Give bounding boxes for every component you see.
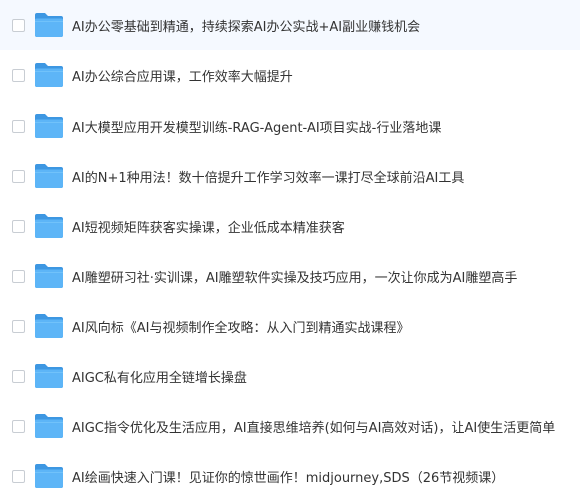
folder-row[interactable]: AI办公综合应用课，工作效率大幅提升	[0, 50, 580, 100]
folder-icon	[34, 263, 64, 289]
folder-icon	[34, 62, 64, 88]
file-list: AI办公零基础到精通，持续探索AI办公实战+AI副业赚钱机会 AI办公综合应用课…	[0, 0, 580, 491]
folder-name[interactable]: AI绘画快速入门课！见证你的惊世画作！midjourney,SDS（26节视频课…	[72, 467, 504, 486]
folder-name[interactable]: AIGC私有化应用全链增长操盘	[72, 367, 247, 386]
folder-icon	[34, 313, 64, 339]
folder-icon	[34, 413, 64, 439]
folder-row[interactable]: AI大模型应用开发模型训练-RAG-Agent-AI项目实战-行业落地课	[0, 101, 580, 151]
folder-name[interactable]: AI办公零基础到精通，持续探索AI办公实战+AI副业赚钱机会	[72, 16, 420, 35]
folder-name[interactable]: AIGC指令优化及生活应用，AI直接思维培养(如何与AI高效对话)，让AI使生活…	[72, 417, 555, 436]
row-checkbox[interactable]	[12, 18, 25, 32]
folder-name[interactable]: AI办公综合应用课，工作效率大幅提升	[72, 66, 293, 85]
folder-row[interactable]: AI风向标《AI与视频制作全攻略：从入门到精通实战课程》	[0, 301, 580, 351]
row-checkbox[interactable]	[12, 319, 25, 333]
folder-icon	[34, 463, 64, 489]
row-checkbox[interactable]	[12, 269, 25, 283]
folder-row[interactable]: AI雕塑研习社·实训课，AI雕塑软件实操及技巧应用，一次让你成为AI雕塑高手	[0, 251, 580, 301]
folder-icon	[34, 163, 64, 189]
folder-icon	[34, 213, 64, 239]
row-checkbox[interactable]	[12, 469, 25, 483]
folder-row[interactable]: AI的N+1种用法！数十倍提升工作学习效率一课打尽全球前沿AI工具	[0, 151, 580, 201]
folder-name[interactable]: AI短视频矩阵获客实操课，企业低成本精准获客	[72, 217, 345, 236]
folder-row[interactable]: AI绘画快速入门课！见证你的惊世画作！midjourney,SDS（26节视频课…	[0, 451, 580, 501]
folder-row[interactable]: AI短视频矩阵获客实操课，企业低成本精准获客	[0, 201, 580, 251]
folder-row[interactable]: AIGC指令优化及生活应用，AI直接思维培养(如何与AI高效对话)，让AI使生活…	[0, 401, 580, 451]
row-checkbox[interactable]	[12, 219, 25, 233]
folder-name[interactable]: AI雕塑研习社·实训课，AI雕塑软件实操及技巧应用，一次让你成为AI雕塑高手	[72, 267, 517, 286]
folder-icon	[34, 113, 64, 139]
folder-row[interactable]: AI办公零基础到精通，持续探索AI办公实战+AI副业赚钱机会	[0, 0, 580, 50]
folder-icon	[34, 12, 64, 38]
row-checkbox[interactable]	[12, 419, 25, 433]
folder-name[interactable]: AI的N+1种用法！数十倍提升工作学习效率一课打尽全球前沿AI工具	[72, 167, 464, 186]
folder-name[interactable]: AI大模型应用开发模型训练-RAG-Agent-AI项目实战-行业落地课	[72, 117, 441, 136]
folder-row[interactable]: AIGC私有化应用全链增长操盘	[0, 351, 580, 401]
row-checkbox[interactable]	[12, 169, 25, 183]
folder-icon	[34, 363, 64, 389]
row-checkbox[interactable]	[12, 119, 25, 133]
row-checkbox[interactable]	[12, 68, 25, 82]
folder-name[interactable]: AI风向标《AI与视频制作全攻略：从入门到精通实战课程》	[72, 317, 409, 336]
row-checkbox[interactable]	[12, 369, 25, 383]
